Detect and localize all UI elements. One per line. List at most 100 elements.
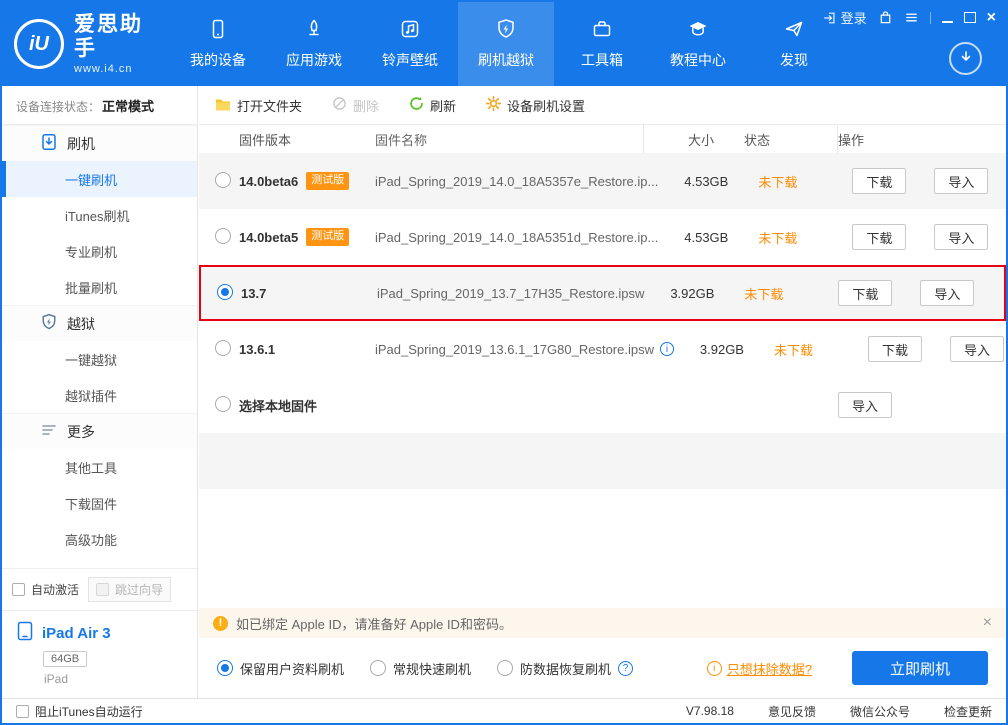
empty-row-band	[199, 433, 1006, 489]
nav-flash-jailbreak[interactable]: 刷机越狱	[458, 2, 554, 86]
quick-flash-radio[interactable]	[370, 660, 387, 676]
topbar-controls: 登录	[823, 8, 996, 27]
check-update-link[interactable]: 检查更新	[944, 703, 992, 720]
firmware-radio[interactable]	[215, 339, 231, 356]
wechat-link[interactable]: 微信公众号	[850, 703, 910, 720]
sidebar-item-jailbreak-plugins[interactable]: 越狱插件	[2, 377, 197, 413]
sidebar-options: 自动激活 跳过向导	[2, 568, 197, 610]
firmware-row-14.0beta5[interactable]: 14.0beta5 测试版 iPad_Spring_2019_14.0_18A5…	[199, 209, 1006, 265]
sidebar-item-one-click-jailbreak[interactable]: 一键越狱	[2, 341, 197, 377]
info-icon[interactable]	[659, 342, 674, 356]
firmware-row-14.0beta6[interactable]: 14.0beta6 测试版 iPad_Spring_2019_14.0_18A5…	[199, 153, 1006, 209]
nav-toolbox[interactable]: 工具箱	[554, 2, 650, 86]
connection-status: 设备连接状态： 正常模式	[2, 86, 197, 125]
feedback-link[interactable]: 意见反馈	[768, 703, 816, 720]
firmware-row-local[interactable]: 选择本地固件 导入	[199, 377, 1006, 433]
skip-wizard-checkbox[interactable]	[96, 583, 110, 596]
warning-icon	[213, 615, 228, 631]
block-itunes-checkbox[interactable]	[16, 704, 29, 718]
option-anti-data-recovery[interactable]: 防数据恢复刷机	[497, 659, 634, 678]
nav-apps-games[interactable]: 应用游戏	[266, 2, 362, 86]
sidebar-item-batch-flash[interactable]: 批量刷机	[2, 269, 197, 305]
sidebar-section-jailbreak[interactable]: 越狱	[2, 305, 197, 341]
sidebar-section-more[interactable]: 更多	[2, 413, 197, 449]
option-keep-user-data[interactable]: 保留用户资料刷机	[217, 659, 344, 678]
app-website: www.i4.cn	[74, 62, 133, 75]
login-button[interactable]: 登录	[823, 8, 867, 27]
flash-now-button[interactable]: 立即刷机	[852, 651, 988, 685]
beta-badge: 测试版	[306, 228, 350, 246]
anti-recovery-radio[interactable]	[497, 660, 514, 676]
delete-prohibited-icon	[332, 96, 347, 114]
minimize-icon[interactable]	[941, 12, 953, 23]
firmware-status: 未下载	[758, 230, 798, 246]
refresh-button[interactable]: 刷新	[409, 96, 456, 115]
erase-data-link[interactable]: 只想抹除数据?	[706, 659, 812, 678]
col-firmware-version: 固件版本	[239, 132, 292, 148]
sidebar-item-download-firmware[interactable]: 下载固件	[2, 485, 197, 521]
sidebar-item-other-tools[interactable]: 其他工具	[2, 449, 197, 485]
import-button[interactable]: 导入	[949, 336, 1004, 362]
nav-ringtones-wallpapers[interactable]: 铃声壁纸	[362, 2, 458, 86]
jailbreak-shield-icon	[40, 313, 58, 334]
sidebar-item-advanced-features[interactable]: 高级功能	[2, 521, 197, 557]
firmware-radio-checked[interactable]	[217, 283, 233, 300]
download-button[interactable]: 下载	[852, 168, 907, 194]
firmware-radio[interactable]	[215, 227, 231, 244]
download-manager-button[interactable]	[949, 42, 982, 75]
nav-my-devices[interactable]: 我的设备	[170, 2, 266, 86]
import-button[interactable]: 导入	[920, 280, 975, 306]
option-quick-flash[interactable]: 常规快速刷机	[370, 659, 471, 678]
refresh-icon	[409, 96, 424, 114]
firmware-name: iPad_Spring_2019_13.6.1_17G80_Restore.ip…	[375, 321, 674, 377]
app-logo: iU 爱思助手 www.i4.cn	[2, 2, 170, 86]
flash-settings-button[interactable]: 设备刷机设置	[485, 95, 585, 115]
firmware-size: 3.92GB	[670, 285, 715, 301]
sidebar-item-pro-flash[interactable]: 专业刷机	[2, 233, 197, 269]
rocket-icon	[303, 18, 325, 43]
sidebar-item-one-click-flash[interactable]: 一键刷机	[2, 161, 197, 197]
divider	[929, 11, 931, 24]
firmware-row-13.7-selected[interactable]: 13.7 iPad_Spring_2019_13.7_17H35_Restore…	[199, 265, 1006, 321]
warning-text: 如已绑定 Apple ID，请准备好 Apple ID和密码。	[236, 616, 512, 632]
flash-options-bar: 保留用户资料刷机 常规快速刷机 防数据恢复刷机 只想抹除数据? 立即刷机	[199, 638, 1006, 698]
download-button[interactable]: 下载	[867, 336, 922, 362]
question-icon[interactable]	[618, 660, 634, 676]
firmware-version: 13.6.1	[239, 341, 276, 357]
firmware-radio[interactable]	[215, 171, 231, 188]
nav-tutorials[interactable]: 教程中心	[650, 2, 746, 86]
firmware-name: iPad_Spring_2019_13.7_17H35_Restore.ipsw	[377, 285, 645, 301]
firmware-toolbar: 打开文件夹 删除 刷新 设备刷机设置	[199, 86, 1006, 125]
import-button[interactable]: 导入	[838, 392, 892, 418]
login-icon	[823, 11, 837, 25]
list-icon[interactable]	[904, 10, 919, 25]
download-button[interactable]: 下载	[852, 224, 907, 250]
delete-button[interactable]: 删除	[332, 96, 379, 115]
close-icon[interactable]	[987, 12, 996, 24]
firmware-name: iPad_Spring_2019_14.0_18A5357e_Restore.i…	[375, 173, 659, 189]
import-button[interactable]: 导入	[934, 224, 989, 250]
warning-close-icon[interactable]	[983, 615, 992, 631]
folder-icon	[215, 97, 231, 114]
import-button[interactable]: 导入	[934, 168, 989, 194]
gear-icon	[485, 95, 502, 114]
firmware-size: 4.53GB	[684, 229, 729, 245]
main-nav: 我的设备 应用游戏 铃声壁纸 刷机越狱 工具箱 教程中心 发现	[170, 2, 842, 86]
firmware-row-13.6.1[interactable]: 13.6.1 iPad_Spring_2019_13.6.1_17G80_Res…	[199, 321, 1006, 377]
col-action: 操作	[838, 132, 865, 148]
auto-activate-checkbox[interactable]	[12, 583, 25, 596]
maximize-icon[interactable]	[963, 12, 976, 23]
keep-user-data-radio[interactable]	[217, 660, 233, 676]
sidebar-section-flash[interactable]: 刷机	[2, 125, 197, 161]
download-button[interactable]: 下载	[838, 280, 893, 306]
gift-bag-icon[interactable]	[878, 10, 893, 25]
sidebar-item-itunes-flash[interactable]: iTunes刷机	[2, 197, 197, 233]
firmware-version: 13.7	[241, 285, 267, 301]
apple-id-warning-bar: 如已绑定 Apple ID，请准备好 Apple ID和密码。	[199, 608, 1006, 638]
block-itunes-option: 阻止iTunes自动运行	[16, 703, 143, 720]
firmware-radio[interactable]	[215, 395, 231, 412]
col-status: 状态	[714, 125, 838, 153]
beta-badge: 测试版	[306, 172, 350, 190]
open-folder-button[interactable]: 打开文件夹	[215, 96, 302, 115]
